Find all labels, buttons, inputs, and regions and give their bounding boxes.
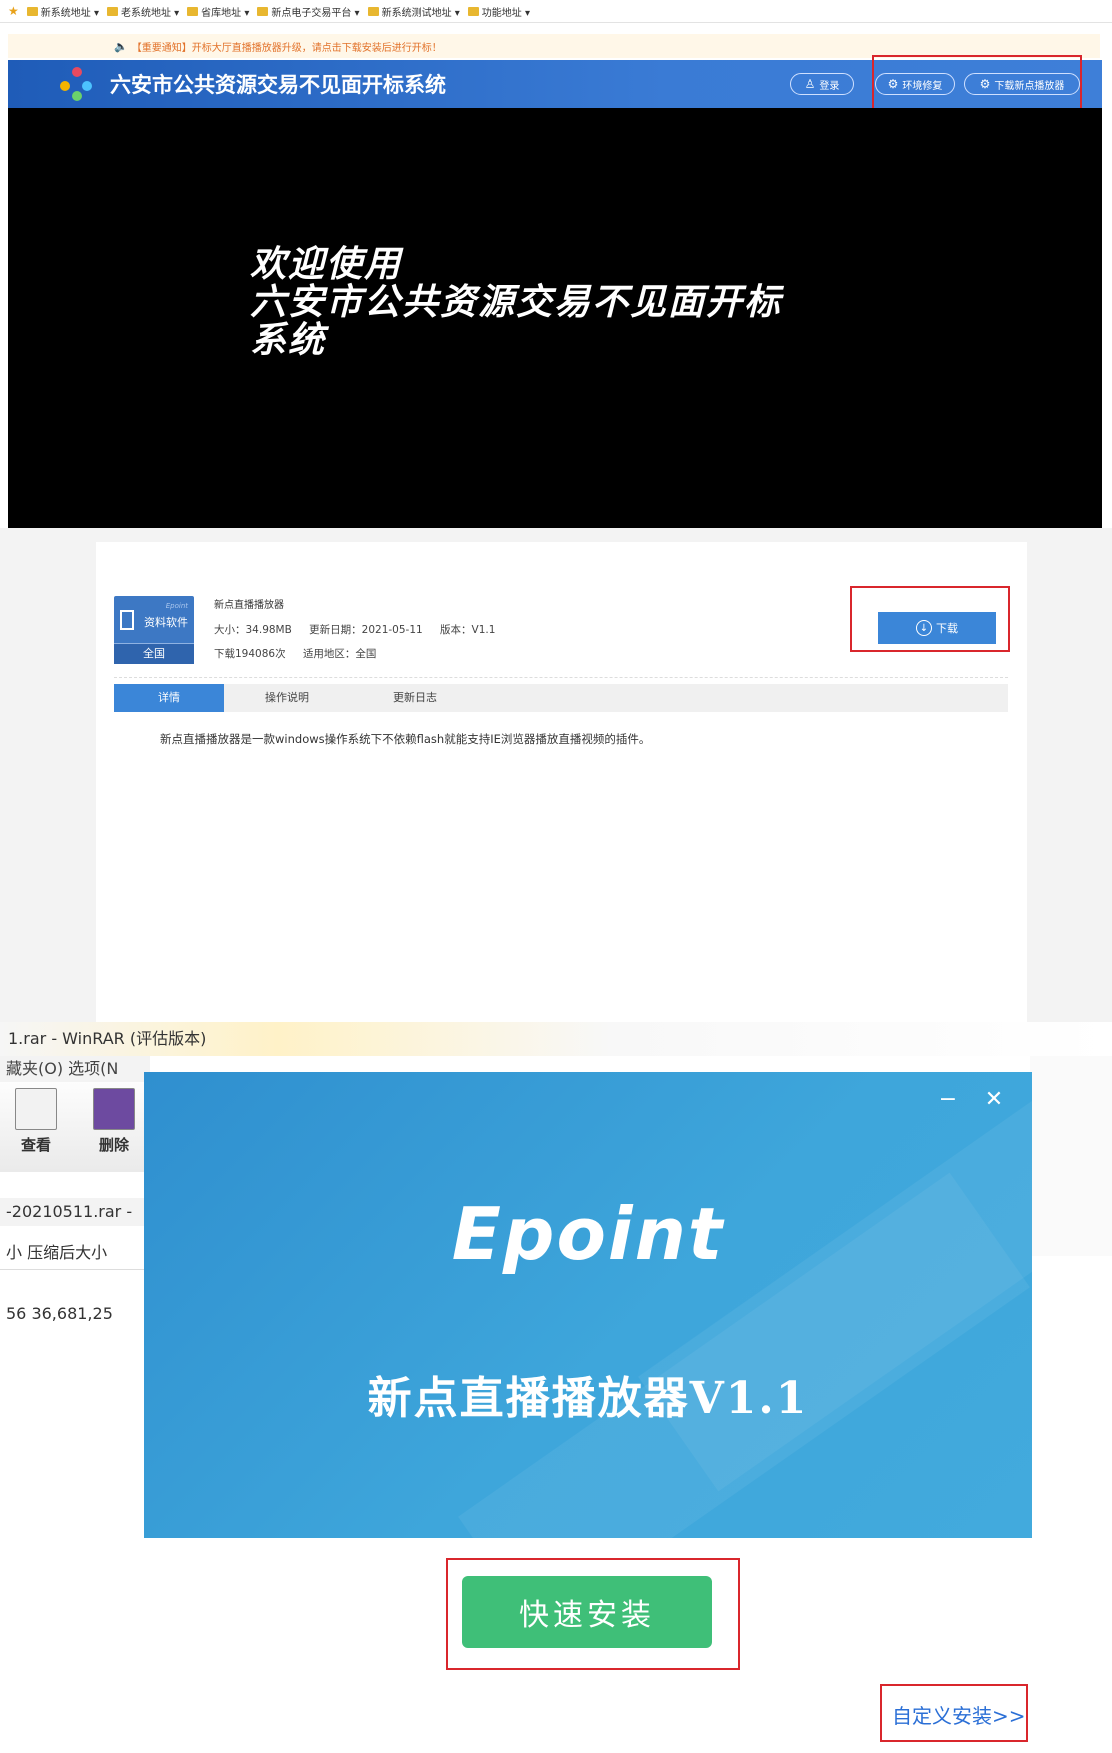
bookmarks-bar: ★ 新系统地址 ▾ 老系统地址 ▾ 省库地址 ▾ 新点电子交易平台 ▾ 新系统测… xyxy=(0,0,1112,23)
view-button[interactable]: 查看 xyxy=(12,1088,60,1155)
product-meta-secondary: 下载194086次 适用地区：全国 xyxy=(214,648,377,660)
winrar-toolbar: 查看 删除 xyxy=(0,1082,150,1172)
folder-icon xyxy=(187,6,199,16)
folder-icon xyxy=(367,6,379,16)
highlight-box-custom-install xyxy=(880,1684,1028,1742)
folder-icon xyxy=(26,6,38,16)
notice-text: 【重要通知】开标大厅直播播放器升级，请点击下载安装后进行开标！ xyxy=(131,42,442,54)
highlight-box-quick-install xyxy=(446,1558,740,1670)
portal-screenshot: ★ 新系统地址 ▾ 老系统地址 ▾ 省库地址 ▾ 新点电子交易平台 ▾ 新系统测… xyxy=(0,0,1112,528)
decor-stripe xyxy=(638,1072,1032,1492)
winrar-menu[interactable]: 藏夹(O) 选项(N xyxy=(0,1056,150,1082)
login-button[interactable]: ♙ 登录 xyxy=(790,73,854,95)
site-title: 六安市公共资源交易不见面开标系统 xyxy=(110,73,446,97)
product-meta: 大小：34.98MB 更新日期：2021-05-11 版本：V1.1 xyxy=(214,624,496,636)
winrar-background xyxy=(1030,1056,1112,1256)
tab-instructions[interactable]: 操作说明 xyxy=(224,684,350,712)
user-icon: ♙ xyxy=(804,77,816,91)
divider xyxy=(114,677,1008,678)
bookmark-province[interactable]: 省库地址 ▾ xyxy=(187,4,249,19)
folder-icon xyxy=(257,6,269,16)
delete-button[interactable]: 删除 xyxy=(90,1088,138,1155)
close-icon[interactable]: ✕ xyxy=(980,1086,1008,1114)
favorites-star-icon[interactable]: ★ xyxy=(8,4,19,18)
bookmark-epoint-platform[interactable]: 新点电子交易平台 ▾ xyxy=(257,4,360,19)
winrar-path: -20210511.rar - xyxy=(0,1198,150,1226)
software-panel: Epoint 资料软件 全国 新点直播播放器 大小：34.98MB 更新日期：2… xyxy=(96,542,1027,1022)
winrar-file-row[interactable]: 56 36,681,25 xyxy=(0,1304,150,1330)
product-description: 新点直播播放器是一款windows操作系统下不依赖flash就能支持IE浏览器播… xyxy=(160,732,651,746)
tab-changelog[interactable]: 更新日志 xyxy=(350,684,480,712)
site-logo-icon xyxy=(60,67,94,101)
speaker-icon: 🔈 xyxy=(114,39,128,53)
detail-tabs: 详情 操作说明 更新日志 xyxy=(114,684,1008,712)
bookmark-new-system[interactable]: 新系统地址 ▾ xyxy=(26,4,99,19)
installer-screenshot: 1.rar - WinRAR (评估版本) 藏夹(O) 选项(N 查看 删除 -… xyxy=(0,1022,1112,1753)
view-icon xyxy=(15,1088,57,1130)
download-page-screenshot: Epoint 资料软件 全国 新点直播播放器 大小：34.98MB 更新日期：2… xyxy=(0,528,1112,1022)
bookmark-old-system[interactable]: 老系统地址 ▾ xyxy=(106,4,179,19)
delete-icon xyxy=(93,1088,135,1130)
epoint-logo: Epoint xyxy=(451,1192,725,1276)
bookmark-test-system[interactable]: 新系统测试地址 ▾ xyxy=(367,4,460,19)
folder-icon xyxy=(106,6,118,16)
folder-icon xyxy=(467,6,479,16)
software-category-icon: Epoint 资料软件 全国 xyxy=(114,596,194,664)
document-icon xyxy=(120,610,134,630)
tab-details[interactable]: 详情 xyxy=(114,684,224,712)
highlight-box-header-buttons xyxy=(872,55,1082,111)
installer-product-title: 新点直播播放器V1.1 xyxy=(367,1373,809,1424)
bookmark-function[interactable]: 功能地址 ▾ xyxy=(467,4,530,19)
minimize-icon[interactable]: − xyxy=(934,1086,962,1114)
highlight-box-download xyxy=(850,586,1010,652)
installer-splash: − ✕ Epoint 新点直播播放器V1.1 xyxy=(144,1072,1032,1538)
winrar-title-bar: 1.rar - WinRAR (评估版本) xyxy=(0,1022,1112,1056)
product-name: 新点直播播放器 xyxy=(214,600,284,611)
winrar-columns: 小 压缩后大小 xyxy=(0,1236,150,1270)
welcome-message: 欢迎使用 六安市公共资源交易不见面开标 系统 xyxy=(250,243,783,361)
